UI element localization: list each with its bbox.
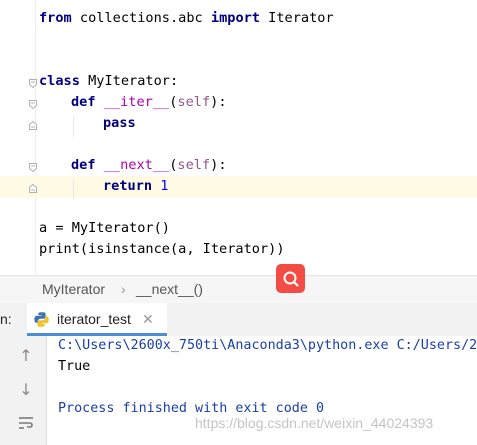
code-line-5[interactable]: def __iter__(self): [71,92,227,113]
keyword: pass [103,115,136,131]
code-line-4[interactable]: class MyIterator: [39,71,178,92]
floating-search-button[interactable] [276,264,305,293]
run-tool-window-header: n: iterator_test ✕ [0,303,477,337]
tab-title: iterator_test [57,311,131,327]
console-toolbar: ↑ ↓ [0,336,47,445]
console-output-line: True [58,359,91,374]
code-text: a = MyIterator() [39,220,170,236]
breadcrumb-separator: › [121,281,126,297]
breadcrumb-method[interactable]: __next__() [136,281,203,297]
console-command: C:\Users\2600x_750ti\Anaconda3\python.ex… [58,338,477,353]
code-line-1[interactable]: from collections.abc import Iterator [39,8,334,29]
editor-gutter[interactable] [0,0,36,275]
code-line-9[interactable]: return 1 [103,176,168,197]
close-icon[interactable]: ✕ [142,311,154,328]
code-text: ): [210,94,227,110]
run-label: n: [0,311,12,327]
fold-marker-icon[interactable] [29,163,37,172]
code-text: collections.abc [71,10,211,26]
keyword: import [210,10,260,26]
code-text: ): [210,157,227,173]
breadcrumb: MyIterator › __next__() [0,275,477,304]
code-line-11[interactable]: a = MyIterator() [39,218,170,239]
self-param: self [177,94,211,110]
soft-wrap-icon[interactable] [16,413,36,433]
keyword: def [71,157,96,173]
gutter-divider [35,0,36,275]
self-param: self [177,157,211,173]
search-icon [283,271,299,287]
fold-marker-icon[interactable] [29,184,37,193]
keyword: return [103,178,153,194]
code-line-6[interactable]: pass [103,113,136,134]
code-editor[interactable]: from collections.abc import Iterator cla… [0,0,477,275]
indent-guide [73,116,74,137]
watermark: https://blog.csdn.net/weixin_44024393 [195,415,434,431]
fold-marker-icon[interactable] [29,100,37,109]
code-text: Iterator [260,10,334,26]
breadcrumb-class[interactable]: MyIterator [42,281,105,297]
fold-marker-icon[interactable] [29,79,37,88]
code-line-12[interactable]: print(isinstance(a, Iterator)) [39,239,285,260]
current-line-highlight [0,176,477,198]
keyword: def [71,94,96,110]
python-icon [34,312,49,327]
tab-iterator-test[interactable]: iterator_test ✕ [27,303,167,336]
indent-guide [73,179,74,200]
magic-method-name: __iter__ [103,94,170,110]
keyword: from [39,10,72,26]
code-line-8[interactable]: def __next__(self): [71,155,227,176]
arrow-down-icon[interactable]: ↓ [16,379,36,399]
magic-method-name: __next__ [103,157,170,173]
code-text: MyIterator: [79,73,179,89]
code-text: print(isinstance(a, Iterator)) [39,241,285,257]
arrow-up-icon[interactable]: ↑ [16,345,36,365]
number-literal: 1 [160,178,169,194]
keyword: class [39,73,80,89]
fold-marker-icon[interactable] [29,121,37,130]
